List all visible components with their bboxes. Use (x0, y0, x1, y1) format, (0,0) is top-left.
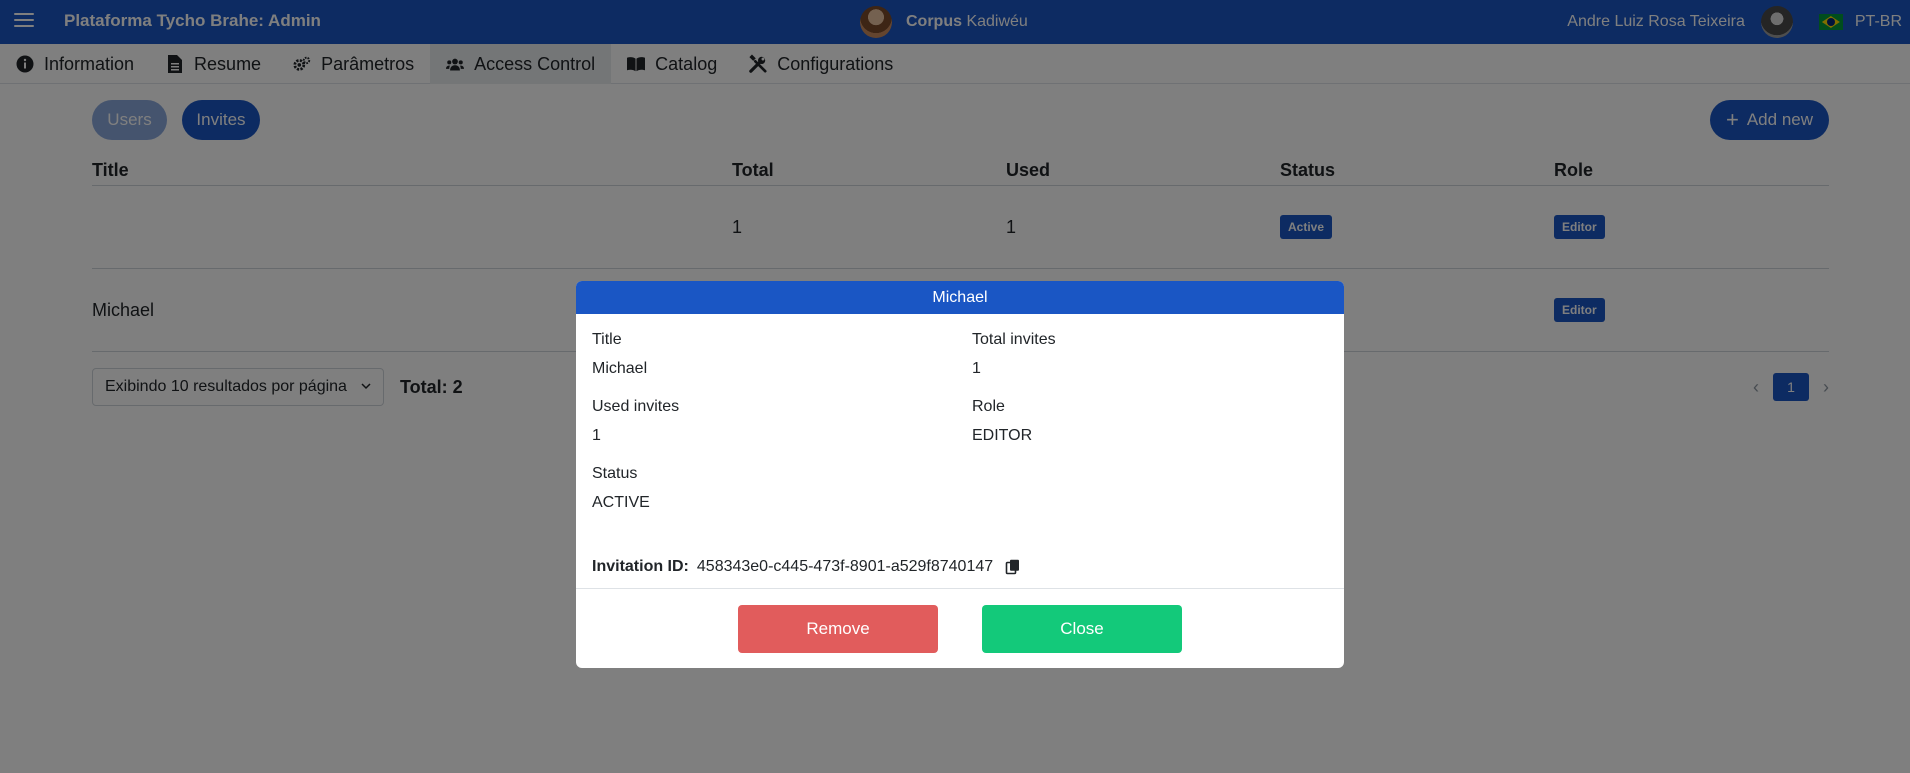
field-value-title: Michael (592, 360, 648, 377)
field-label-used-invites: Used invites (592, 398, 680, 415)
field-label-role: Role (972, 398, 1005, 415)
close-button[interactable]: Close (982, 605, 1182, 653)
modal-footer: Remove Close (576, 588, 1344, 668)
copy-icon[interactable] (1005, 559, 1021, 575)
modal-title: Michael (576, 281, 1344, 314)
field-value-role: EDITOR (972, 427, 1033, 444)
invitation-id-row: Invitation ID: 458343e0-c445-473f-8901-a… (592, 558, 1021, 576)
field-value-total-invites: 1 (972, 360, 981, 377)
invite-detail-modal: Michael Title Michael Total invites 1 Us… (576, 281, 1344, 668)
invitation-id-value: 458343e0-c445-473f-8901-a529f8740147 (696, 558, 994, 575)
field-label-total-invites: Total invites (972, 331, 1056, 348)
field-label-title: Title (592, 331, 622, 348)
field-value-status: ACTIVE (592, 494, 650, 511)
invitation-id-label: Invitation ID: (592, 558, 689, 575)
field-label-status: Status (592, 465, 638, 482)
field-value-used-invites: 1 (592, 427, 601, 444)
modal-body: Title Michael Total invites 1 Used invit… (576, 314, 1344, 588)
remove-button[interactable]: Remove (738, 605, 938, 653)
